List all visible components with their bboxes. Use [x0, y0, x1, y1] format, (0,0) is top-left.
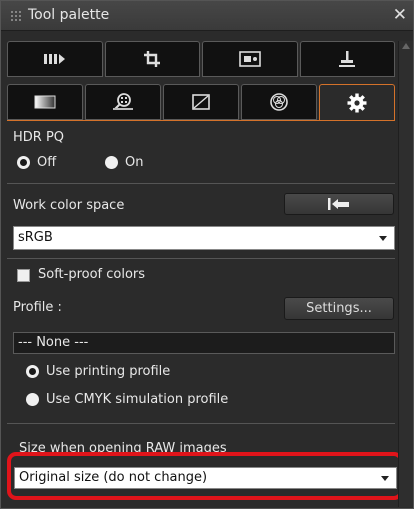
window-title: Tool palette: [28, 7, 110, 23]
radio-unselected-icon: [105, 156, 118, 169]
tab-accent-line: [7, 120, 395, 121]
image-icon: [238, 51, 261, 67]
tone-icon: [34, 95, 56, 109]
hdr-on-radio[interactable]: On: [105, 155, 143, 170]
detail-zoom-icon: [113, 93, 133, 110]
tool-tabs-row-1: [7, 41, 395, 77]
tab-image[interactable]: [202, 41, 298, 77]
use-printing-profile-label: Use printing profile: [46, 364, 171, 379]
tool-tabs-row-2: [7, 84, 395, 120]
stamp-icon: [339, 51, 356, 67]
radio-unselected-icon: [26, 393, 39, 406]
hdr-pq-label: HDR PQ: [13, 130, 65, 145]
raw-size-select[interactable]: Original size (do not change): [14, 467, 397, 489]
work-color-space-value: sRGB: [18, 230, 53, 245]
grip-icon: [10, 10, 22, 23]
tab-stamp[interactable]: [299, 41, 395, 77]
tab-detail[interactable]: [85, 84, 161, 120]
tool-palette-window: Tool palette ✕ HDR PQ Off On Work color …: [0, 0, 414, 509]
basic-adjust-icon: [43, 54, 65, 64]
hdr-off-label: Off: [37, 155, 57, 170]
tab-tone[interactable]: [7, 84, 83, 120]
profile-label: Profile :: [13, 300, 62, 315]
reset-button[interactable]: [284, 193, 394, 215]
hdr-on-label: On: [125, 155, 144, 170]
chevron-down-icon: [379, 236, 387, 241]
color-icon: [270, 93, 288, 111]
settings-button[interactable]: Settings...: [284, 297, 394, 320]
chevron-down-icon: [381, 476, 389, 481]
tab-settings[interactable]: [319, 84, 395, 120]
use-cmyk-profile-label: Use CMYK simulation profile: [46, 392, 229, 407]
radio-selected-icon: [26, 365, 39, 378]
use-printing-profile-radio[interactable]: Use printing profile: [26, 364, 170, 379]
tab-basic-adjustment[interactable]: [7, 41, 103, 77]
tab-crop[interactable]: [104, 41, 200, 77]
divider: [7, 258, 395, 259]
settings-gear-icon: [347, 93, 367, 112]
softproof-checkbox[interactable]: [17, 269, 30, 282]
reset-arrow-icon: [328, 198, 349, 210]
crop-icon: [144, 51, 161, 67]
radio-selected-icon: [17, 156, 30, 169]
divider: [7, 183, 395, 184]
vertical-scrollbar[interactable]: [398, 41, 413, 507]
curve-icon: [192, 94, 210, 110]
scroll-up-icon[interactable]: [402, 43, 410, 49]
divider: [7, 423, 395, 424]
titlebar[interactable]: Tool palette ✕: [1, 1, 413, 31]
work-color-space-select[interactable]: sRGB: [13, 226, 395, 250]
hdr-off-radio[interactable]: Off: [17, 155, 56, 170]
tab-curve[interactable]: [163, 84, 239, 120]
work-color-space-label: Work color space: [13, 198, 125, 213]
use-cmyk-profile-radio[interactable]: Use CMYK simulation profile: [26, 392, 228, 407]
close-icon[interactable]: ✕: [393, 5, 407, 25]
softproof-label: Soft-proof colors: [38, 267, 146, 282]
profile-value-field[interactable]: --- None ---: [13, 332, 395, 354]
tab-color[interactable]: [241, 84, 317, 120]
raw-size-value: Original size (do not change): [19, 470, 208, 485]
